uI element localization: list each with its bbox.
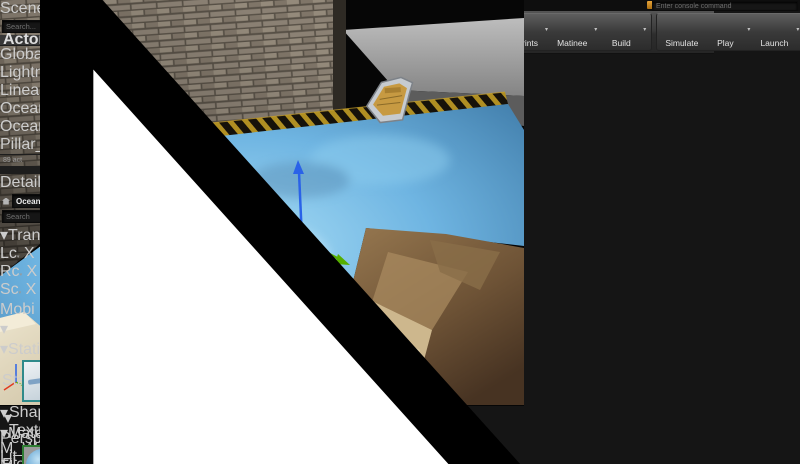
mouse-cursor [40,0,521,464]
unreal-editor-window: File Edit Window Help Enter console comm… [0,0,800,464]
